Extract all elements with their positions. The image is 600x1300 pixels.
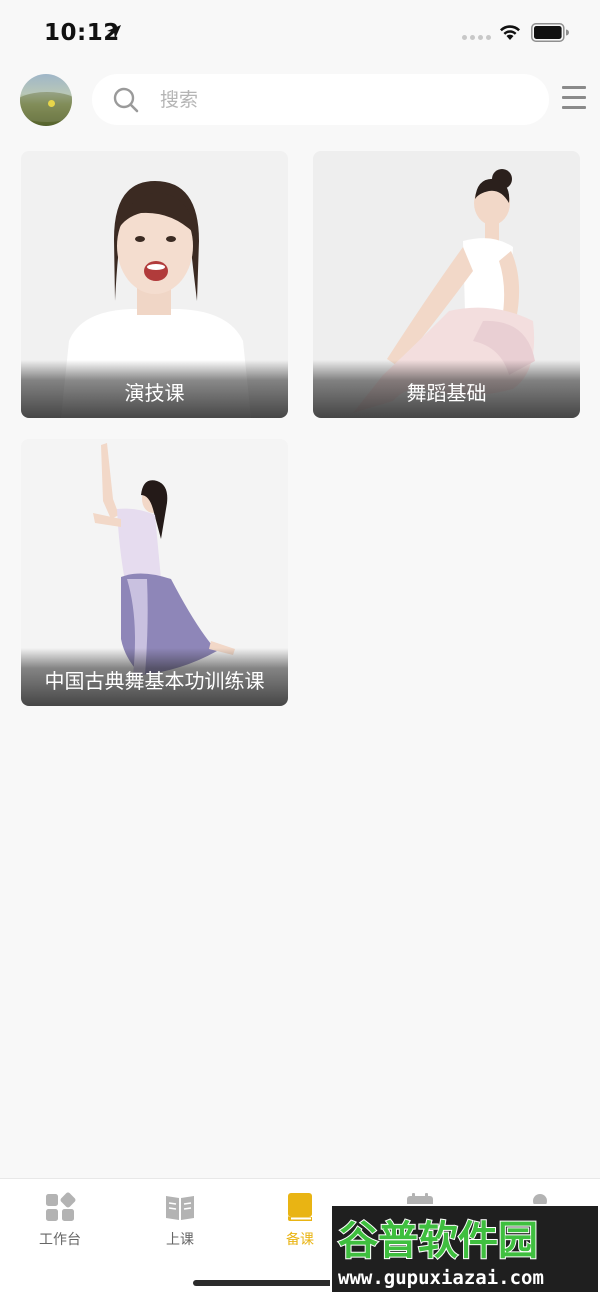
wifi-icon [500, 25, 520, 40]
watermark-logo: 谷普软件园 www.gupuxiazai.com [330, 1204, 600, 1294]
search-box[interactable] [92, 74, 549, 125]
avatar[interactable] [20, 74, 72, 126]
course-title: 演技课 [21, 360, 288, 418]
tab-label: 工作台 [39, 1232, 81, 1248]
location-arrow-icon [107, 25, 121, 39]
status-bar: 10:12 [0, 0, 600, 64]
tab-workbench[interactable]: 工作台 [0, 1191, 120, 1261]
course-title: 中国古典舞基本功训练课 [21, 648, 288, 706]
signal-dots-icon [462, 35, 491, 40]
course-title: 舞蹈基础 [313, 360, 580, 418]
course-card-acting[interactable]: 演技课 [21, 151, 288, 418]
header [0, 64, 600, 144]
open-book-icon [166, 1196, 194, 1220]
search-icon [113, 87, 139, 113]
course-card-classical-chinese-dance[interactable]: 中国古典舞基本功训练课 [21, 439, 288, 706]
watermark-title: 谷普软件园 [338, 1218, 538, 1264]
lesson-book-icon [288, 1193, 312, 1221]
workbench-icon [46, 1192, 76, 1221]
watermark-url: www.gupuxiazai.com [338, 1267, 544, 1289]
tab-label: 上课 [166, 1232, 194, 1248]
menu-icon[interactable] [562, 86, 586, 112]
course-card-dance-basics[interactable]: 舞蹈基础 [313, 151, 580, 418]
search-input[interactable] [160, 74, 530, 125]
battery-icon [531, 23, 569, 42]
tab-class[interactable]: 上课 [120, 1191, 240, 1261]
